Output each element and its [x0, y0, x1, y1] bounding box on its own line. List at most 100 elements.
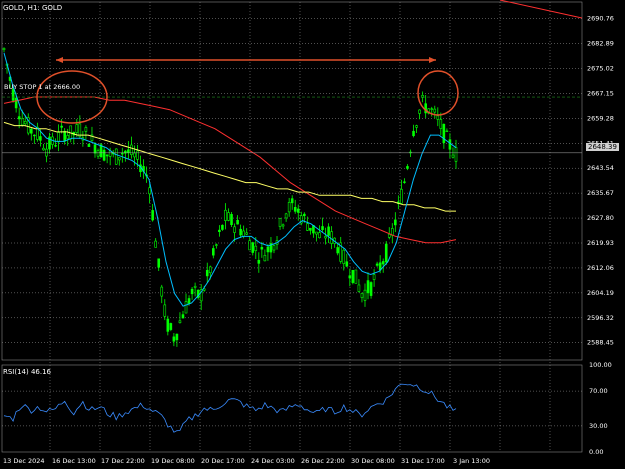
candle-body	[418, 109, 421, 114]
candle-body	[184, 301, 188, 314]
price-tick-label: 2667.15	[587, 89, 614, 97]
time-tick-label: 24 Dec 03:00	[251, 457, 295, 465]
candle-body	[227, 212, 230, 221]
time-tick-label: 30 Dec 08:00	[351, 457, 395, 465]
candle-body	[93, 144, 97, 154]
candle-body	[117, 157, 121, 161]
candle-body	[172, 336, 176, 342]
candle-body	[451, 154, 455, 158]
candle-body	[403, 181, 406, 183]
candlesticks	[2, 47, 458, 347]
candle-body	[306, 223, 309, 231]
candle-body	[181, 314, 185, 319]
ma-slow-line	[3, 96, 457, 244]
candle-body	[348, 275, 352, 279]
candle-body	[57, 132, 60, 143]
candle-body	[60, 125, 63, 128]
candle-body	[284, 213, 288, 219]
rsi-line	[3, 383, 457, 433]
candle-body	[14, 97, 18, 109]
candle-body	[254, 245, 258, 251]
candle-body	[394, 219, 397, 226]
candle-body	[66, 135, 70, 140]
candle-body	[354, 269, 358, 284]
candle-body	[20, 118, 24, 126]
candle-body	[321, 226, 324, 230]
candle-body	[439, 119, 443, 129]
candle-body	[433, 108, 437, 113]
rsi-indicator	[3, 383, 457, 433]
candle-body	[190, 288, 194, 295]
chart-grid	[1, 1, 583, 453]
candle-body	[287, 202, 291, 213]
candle-body	[193, 285, 197, 288]
candle-body	[224, 209, 227, 221]
candle-body	[324, 236, 327, 239]
candle-body	[351, 270, 355, 283]
candle-body	[363, 289, 367, 301]
price-tick-label: 2588.45	[587, 339, 614, 347]
candle-body	[160, 286, 164, 297]
candle-body	[260, 247, 264, 250]
candle-body	[345, 261, 349, 267]
price-tick-label: 2690.76	[587, 15, 614, 23]
candle-body	[454, 147, 458, 162]
candle-body	[236, 219, 239, 225]
candle-body	[303, 213, 306, 217]
arrow-head-right	[429, 57, 436, 63]
price-chart[interactable]: 2690.762682.892675.022667.152659.282651.…	[0, 0, 625, 469]
candle-body	[330, 231, 333, 244]
candle-body	[272, 245, 276, 251]
candle-body	[148, 187, 151, 195]
candle-body	[290, 198, 294, 204]
candle-body	[239, 228, 242, 236]
price-tick-label: 2682.89	[587, 40, 614, 48]
candle-body	[448, 139, 452, 150]
candle-body	[130, 144, 133, 155]
candle-body	[263, 255, 267, 262]
candle-body	[412, 130, 415, 137]
rsi-panel-border	[1, 364, 583, 453]
candle-body	[336, 247, 339, 254]
price-tick-label: 2619.93	[587, 239, 614, 247]
candle-body	[445, 130, 449, 133]
price-tick-label: 2612.06	[587, 264, 614, 272]
candle-body	[436, 115, 440, 120]
price-tick-label: 2659.28	[587, 114, 614, 122]
candle-body	[384, 243, 388, 263]
candle-body	[342, 249, 346, 264]
candle-body	[309, 227, 312, 231]
candle-body	[442, 123, 446, 144]
candle-body	[175, 333, 179, 341]
annotations	[2, 57, 582, 154]
rsi-tick-label: 30.00	[589, 422, 608, 430]
time-tick-label: 13 Dec 2024	[3, 457, 45, 465]
price-tick-label: 2627.80	[587, 214, 614, 222]
candle-body	[136, 150, 139, 160]
candle-body	[381, 261, 385, 265]
time-tick-label: 19 Dec 08:00	[151, 457, 195, 465]
candle-body	[293, 206, 297, 212]
price-tick-label: 2604.19	[587, 289, 614, 297]
candle-body	[39, 136, 42, 141]
candle-body	[366, 280, 370, 294]
rsi-label: RSI(14) 46.16	[3, 368, 52, 376]
candle-body	[230, 214, 233, 225]
candle-body	[205, 269, 209, 277]
rsi-tick-label: 0.00	[589, 448, 603, 456]
time-tick-label: 3 Jan 13:00	[453, 457, 490, 465]
candle-body	[369, 282, 373, 296]
candle-body	[166, 318, 170, 332]
ma-long-line	[499, 0, 583, 19]
candle-body	[133, 152, 136, 158]
candle-body	[360, 293, 364, 298]
candle-body	[327, 226, 330, 236]
candle-body	[17, 116, 21, 120]
candle-body	[245, 232, 248, 235]
price-tick-label: 2675.02	[587, 64, 614, 72]
candle-body	[87, 143, 91, 147]
current-price-badge: 2648.39	[586, 143, 619, 151]
candle-body	[102, 149, 106, 161]
candle-body	[84, 127, 88, 132]
candle-body	[54, 145, 57, 147]
